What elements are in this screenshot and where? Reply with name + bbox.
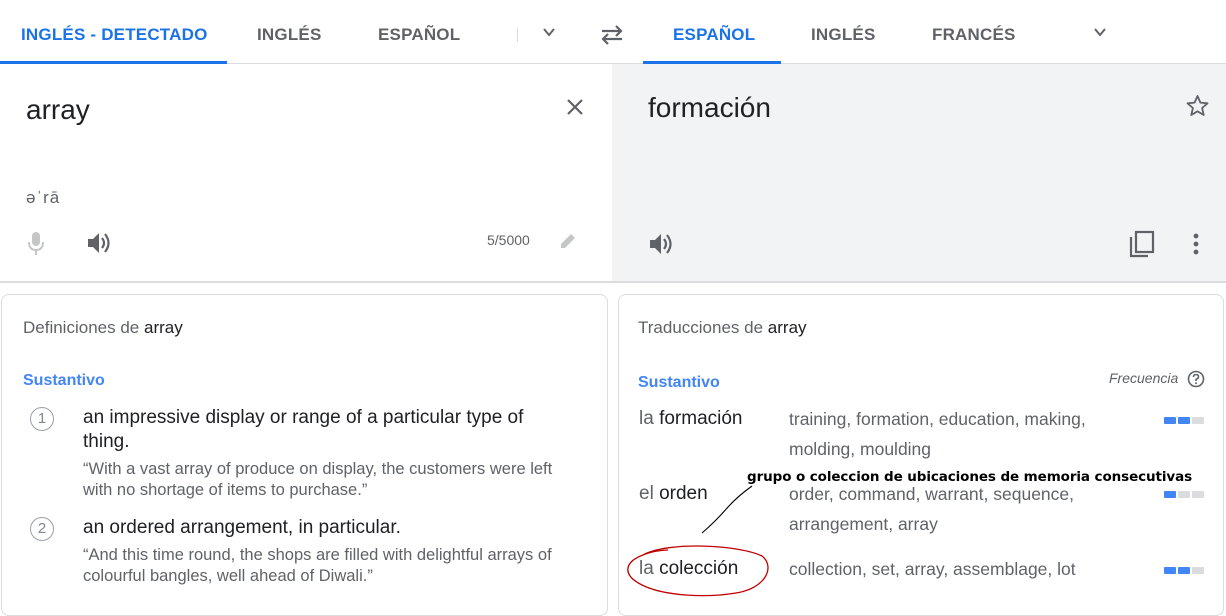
definitions-title-prefix: Definiciones de — [23, 318, 140, 337]
frequency-segment — [1192, 491, 1204, 498]
mic-icon[interactable] — [27, 231, 45, 257]
reverse-translations: order, command, warrant, sequence, arran… — [789, 484, 1075, 534]
swap-icon[interactable] — [599, 24, 625, 46]
definitions-title: Definiciones de array — [23, 318, 183, 338]
speaker-icon[interactable] — [87, 232, 112, 254]
translations-title-prefix: Traducciones de — [638, 318, 764, 337]
translation-output: formación — [648, 92, 771, 123]
reverse-translations: training, formation, education, making, … — [789, 409, 1086, 459]
tab-target-spanish[interactable]: ESPAÑOL — [673, 0, 755, 63]
language-bar: INGLÉS - DETECTADO INGLÉS ESPAÑOL ESPAÑO… — [0, 0, 1226, 64]
chevron-down-icon[interactable] — [1094, 26, 1106, 38]
reverse-translations: collection, set, array, assemblage, lot — [789, 559, 1076, 579]
word: orden — [659, 483, 708, 504]
tab-source-english[interactable]: INGLÉS — [257, 0, 322, 63]
star-icon[interactable] — [1185, 94, 1210, 118]
definitions-title-word: array — [143, 318, 183, 337]
definition-number: 2 — [30, 517, 54, 541]
definition-text: an impressive display or range of a part… — [83, 407, 524, 452]
definition-example: “And this time round, the shops are fill… — [83, 546, 552, 585]
annotation-note: grupo o coleccion de ubicaciones de memo… — [747, 469, 1193, 485]
frequency-segment — [1178, 491, 1190, 498]
transliteration: əˈrā — [26, 188, 61, 207]
definition-text: an ordered arrangement, in particular. — [83, 517, 401, 538]
close-icon[interactable] — [566, 98, 584, 116]
word: colección — [659, 558, 739, 579]
frequency-segment — [1178, 417, 1190, 424]
tab-source-spanish[interactable]: ESPAÑOL — [378, 0, 460, 63]
definitions-card: Definiciones de array Sustantivo 1 an im… — [1, 294, 608, 616]
frequency-segment — [1164, 491, 1176, 498]
translations-title: Traducciones de array — [638, 318, 807, 338]
panel-divider — [0, 281, 1226, 283]
copy-icon[interactable] — [1129, 230, 1155, 258]
translation-word[interactable]: el orden — [639, 483, 708, 505]
article: el — [639, 483, 654, 504]
source-input[interactable]: array — [26, 94, 90, 126]
tab-source-detected[interactable]: INGLÉS - DETECTADO — [21, 0, 208, 63]
part-of-speech: Sustantivo — [23, 372, 105, 389]
character-counter: 5/5000 — [487, 232, 530, 248]
definition-number: 1 — [30, 407, 54, 431]
frequency-bar — [1164, 491, 1206, 498]
tab-target-english[interactable]: INGLÉS — [811, 0, 876, 63]
pencil-icon[interactable] — [559, 232, 577, 250]
part-of-speech: Sustantivo — [638, 374, 720, 391]
source-panel: array əˈrā 5/5000 — [0, 64, 612, 281]
target-panel: formación — [612, 64, 1226, 281]
tab-separator — [517, 28, 518, 42]
more-vert-icon[interactable] — [1193, 233, 1199, 255]
chevron-down-icon[interactable] — [543, 26, 555, 38]
article: la — [639, 558, 654, 579]
article: la — [639, 408, 654, 429]
translations-card: Traducciones de array Sustantivo Frecuen… — [618, 294, 1224, 616]
tab-target-french[interactable]: FRANCÉS — [932, 0, 1016, 63]
translations-title-word: array — [767, 318, 807, 337]
frequency-segment — [1192, 417, 1204, 424]
frequency-segment — [1164, 567, 1176, 574]
frequency-segment — [1178, 567, 1190, 574]
translation-word[interactable]: la colección — [639, 558, 738, 580]
word: formación — [659, 408, 743, 429]
translation-word[interactable]: la formación — [639, 408, 743, 430]
frequency-segment — [1192, 567, 1204, 574]
frequency-label: Frecuencia — [1109, 370, 1179, 386]
speaker-icon[interactable] — [649, 233, 674, 255]
frequency-segment — [1164, 417, 1176, 424]
frequency-bar — [1164, 567, 1206, 574]
help-icon[interactable] — [1187, 370, 1205, 388]
definition-example: “With a vast array of produce on display… — [83, 460, 553, 499]
frequency-bar — [1164, 417, 1206, 424]
